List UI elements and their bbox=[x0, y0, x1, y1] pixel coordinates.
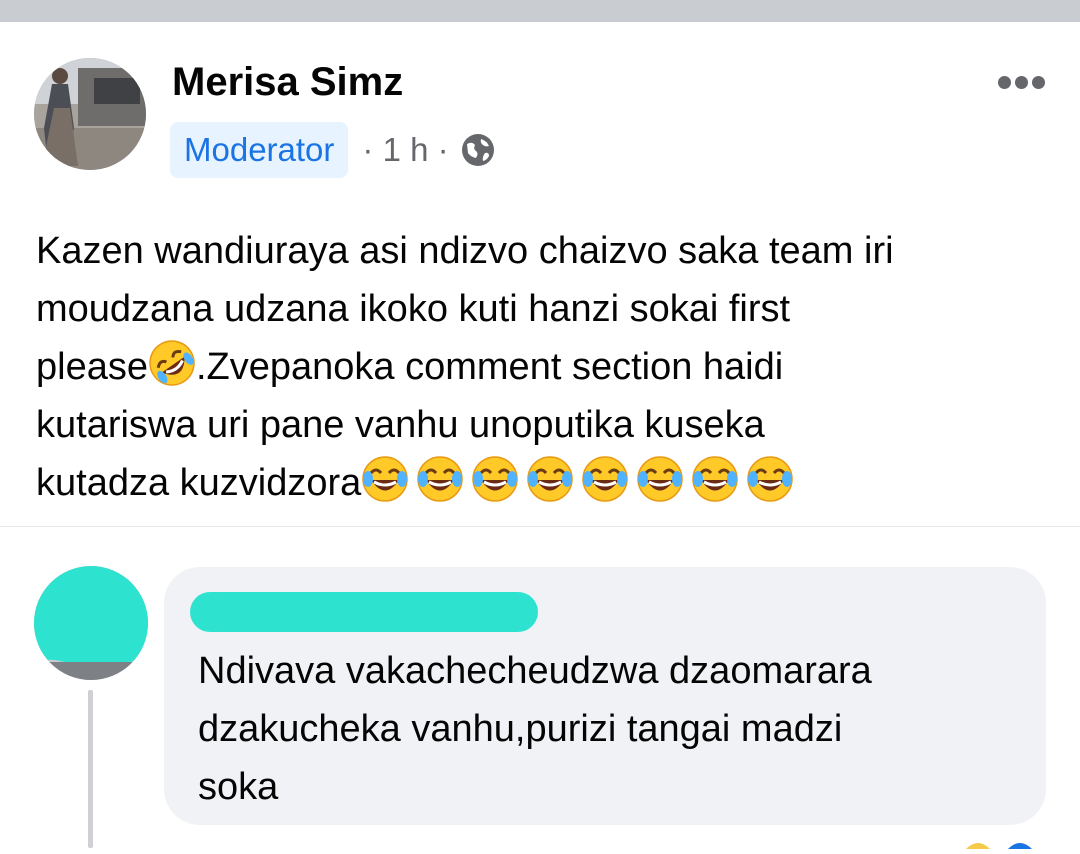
reaction-icons-partial bbox=[960, 836, 1040, 849]
more-options-button[interactable] bbox=[998, 72, 1050, 92]
comment-line: dzakucheka vanhu,purizi tangai madzi bbox=[198, 708, 843, 750]
more-options-dot bbox=[1032, 75, 1045, 89]
post-line-part: please bbox=[36, 346, 148, 388]
comment-line: soka bbox=[198, 766, 279, 808]
post-line: kutariswa uri pane vanhu unoputika kusek… bbox=[36, 404, 765, 446]
post-line: kutadza kuzvidzora bbox=[36, 454, 1056, 512]
post-timestamp[interactable]: · 1 h · bbox=[362, 131, 448, 169]
comment-text: Ndivava vakachecheudzwa dzaomarara dzaku… bbox=[198, 642, 1038, 816]
author-name[interactable]: Merisa Simz bbox=[172, 60, 403, 105]
post-meta-row: Moderator · 1 h · bbox=[170, 122, 495, 178]
post-line-part: .Zvepanoka comment section haidi bbox=[195, 346, 784, 388]
tears-of-joy-emoji bbox=[362, 456, 409, 502]
author-avatar[interactable] bbox=[34, 58, 146, 170]
post-line: Kazen wandiuraya asi ndizvo chaizvo saka… bbox=[36, 230, 894, 272]
post-header: Merisa Simz Moderator · 1 h · bbox=[0, 22, 1080, 192]
tears-of-joy-emoji bbox=[692, 456, 739, 502]
post-line: moudzana udzana ikoko kuti hanzi sokai f… bbox=[36, 288, 791, 330]
tears-of-joy-emoji bbox=[747, 456, 794, 502]
post-body-text: Kazen wandiuraya asi ndizvo chaizvo saka… bbox=[36, 222, 1056, 512]
tears-of-joy-emoji bbox=[417, 456, 464, 502]
comment-thread-line bbox=[88, 690, 93, 848]
moderator-badge: Moderator bbox=[170, 122, 349, 178]
post-line: please .Zvepanoka comment section haidi bbox=[36, 338, 1056, 396]
globe-icon bbox=[461, 133, 495, 167]
more-options-icon bbox=[998, 75, 1011, 89]
post-line-part: kutadza kuzvidzora bbox=[36, 462, 362, 504]
post-divider bbox=[0, 526, 1080, 527]
tears-of-joy-emoji bbox=[472, 456, 519, 502]
tears-of-joy-emoji bbox=[527, 456, 574, 502]
avatar-photo bbox=[34, 58, 146, 170]
avatar-redaction bbox=[34, 566, 148, 680]
tears-of-joy-emoji bbox=[582, 456, 629, 502]
tears-of-joy-emoji bbox=[637, 456, 684, 502]
rolling-on-floor-laughing-emoji bbox=[149, 340, 195, 386]
commenter-avatar[interactable] bbox=[34, 566, 148, 680]
top-separator-strip bbox=[0, 0, 1080, 22]
tears-of-joy-emoji-row bbox=[361, 456, 801, 504]
redacted-commenter-name bbox=[190, 592, 538, 632]
comment-line: Ndivava vakachecheudzwa dzaomarara bbox=[198, 650, 872, 692]
more-options-dot bbox=[1015, 75, 1028, 89]
